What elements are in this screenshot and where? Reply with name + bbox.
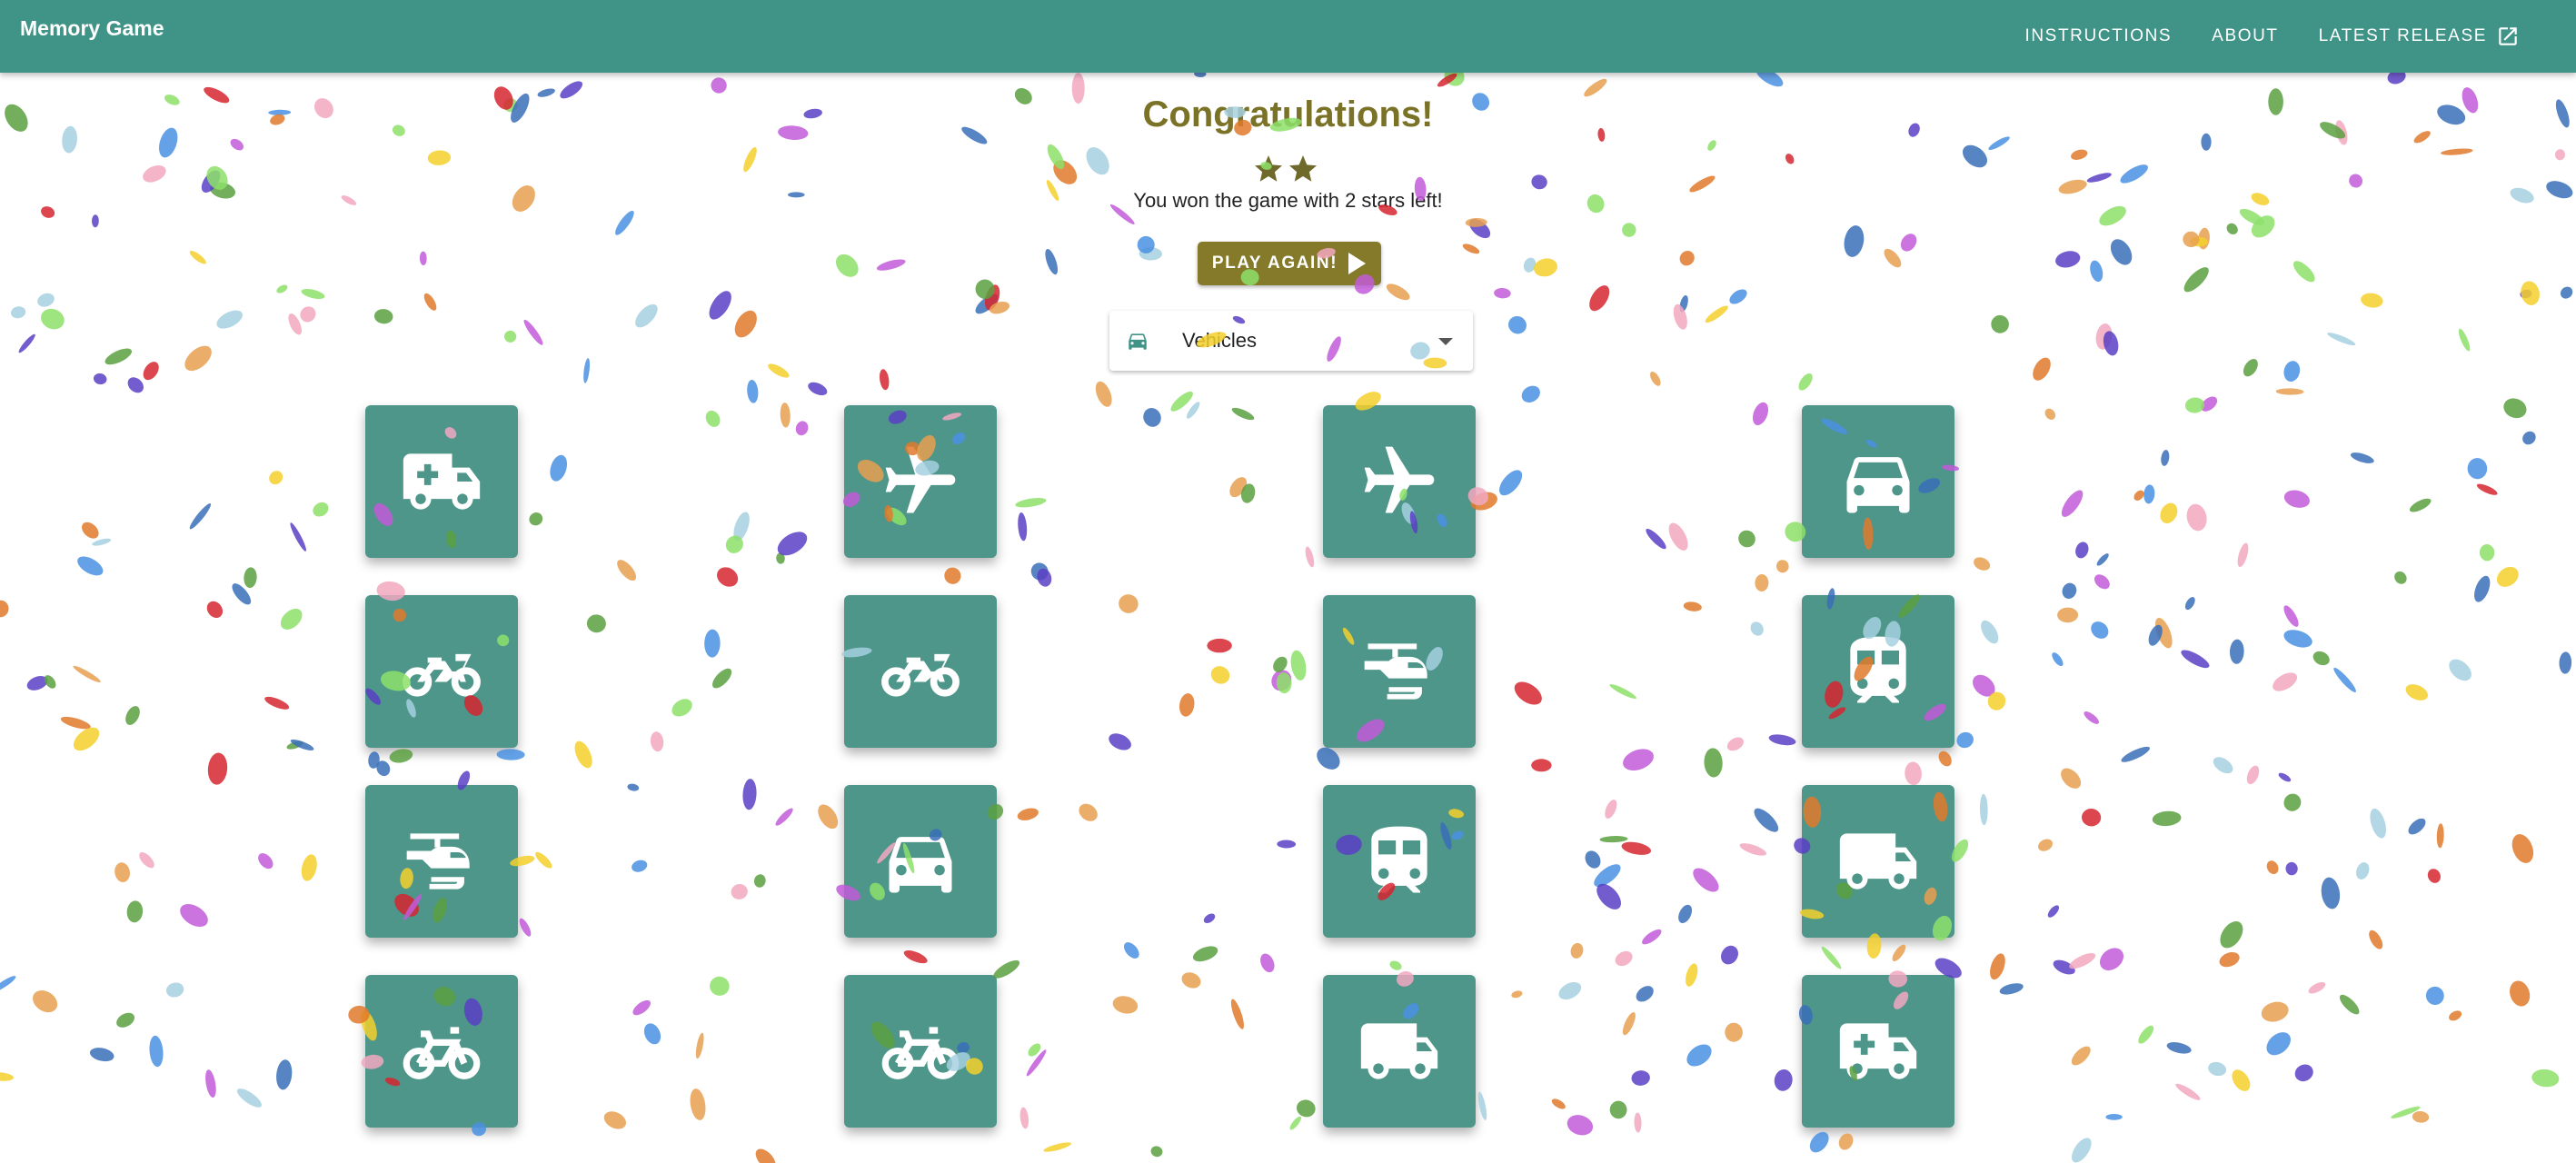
app-title: Memory Game: [20, 16, 164, 40]
memory-card[interactable]: [365, 405, 518, 558]
star-icon: [1289, 155, 1317, 182]
car-icon: [889, 837, 952, 893]
latest-release-label: LATEST RELEASE: [2318, 26, 2487, 45]
helicopter-icon: [1364, 643, 1427, 700]
motorcycle-icon: [403, 653, 481, 697]
motorcycle-icon: [881, 653, 960, 697]
truck-icon: [1360, 1023, 1438, 1079]
ambulance-icon: [1839, 1023, 1917, 1079]
win-message: You won the game with 2 stars left!: [1133, 189, 1443, 212]
play-again-button[interactable]: PLAY AGAIN!: [1198, 242, 1381, 285]
truck-icon: [1839, 833, 1917, 890]
memory-card[interactable]: [365, 595, 518, 748]
instructions-button[interactable]: INSTRUCTIONS: [2004, 9, 2192, 64]
play-again-label: PLAY AGAIN!: [1211, 253, 1338, 273]
congratulations-heading: Congratulations!: [1142, 94, 1434, 134]
memory-card[interactable]: [844, 785, 997, 938]
nav-menu: INSTRUCTIONS ABOUT LATEST RELEASE: [2004, 0, 2540, 73]
airplane-icon: [885, 446, 956, 513]
car-icon: [1846, 457, 1910, 513]
memory-card[interactable]: [1802, 975, 1954, 1128]
bicycle-icon: [881, 1027, 960, 1079]
category-select[interactable]: Vehicles: [1109, 311, 1473, 371]
car-icon: [1129, 333, 1147, 350]
stars-remaining: [1252, 153, 1319, 185]
memory-card[interactable]: [1802, 405, 1954, 558]
train-icon: [1371, 826, 1427, 893]
play-icon: [1348, 253, 1367, 274]
about-button[interactable]: ABOUT: [2192, 9, 2298, 64]
memory-card[interactable]: [1802, 595, 1954, 748]
memory-card[interactable]: [365, 785, 518, 938]
category-select-value: Vehicles: [1182, 329, 1257, 352]
memory-card[interactable]: [844, 405, 997, 558]
memory-card[interactable]: [1323, 785, 1476, 938]
memory-card[interactable]: [1323, 595, 1476, 748]
train-icon: [1850, 636, 1906, 703]
app-bar: Memory Game INSTRUCTIONS ABOUT LATEST RE…: [0, 0, 2576, 73]
latest-release-button[interactable]: LATEST RELEASE: [2299, 9, 2540, 64]
memory-card[interactable]: [1323, 405, 1476, 558]
star-icon: [1255, 155, 1282, 182]
memory-card[interactable]: [844, 975, 997, 1128]
memory-card[interactable]: [365, 975, 518, 1128]
memory-card[interactable]: [1323, 975, 1476, 1128]
memory-card[interactable]: [844, 595, 997, 748]
memory-card[interactable]: [1802, 785, 1954, 938]
airplane-icon: [1364, 446, 1435, 513]
bicycle-icon: [403, 1027, 481, 1079]
open-in-new-icon: [2499, 27, 2517, 45]
dropdown-arrow-icon: [1438, 338, 1453, 345]
helicopter-icon: [406, 833, 470, 890]
ambulance-icon: [403, 453, 481, 510]
